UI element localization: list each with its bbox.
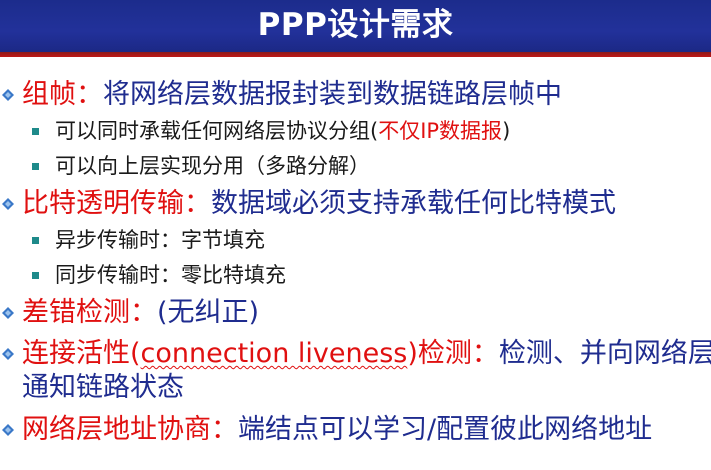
- bullet-head: 差错检测：: [22, 297, 157, 328]
- sub-bullet-protocols: 可以同时承载任何网络层协议分组(不仅IP数据报): [55, 117, 510, 145]
- square-bullet-icon: [32, 128, 39, 135]
- square-bullet-icon: [32, 272, 39, 279]
- bullet-address-negotiation: 网络层地址协商：端结点可以学习/配置彼此网络地址: [22, 413, 652, 447]
- bullet-head: )检测：: [407, 338, 499, 369]
- bullet-liveness-line2: 通知链路状态: [22, 371, 184, 405]
- sub-bullet-demux: 可以向上层实现分用（多路分解）: [55, 152, 370, 180]
- bullet-body: (无纠正): [157, 297, 260, 328]
- bullet-bit-transparency: 比特透明传输：数据域必须支持承载任何比特模式: [22, 187, 616, 221]
- bullet-framing: 组帧：将网络层数据报封装到数据链路层帧中: [22, 78, 562, 112]
- bullet-error-detection: 差错检测：(无纠正): [22, 296, 259, 330]
- bullet-body: 将网络层数据报封装到数据链路层帧中: [103, 79, 562, 110]
- sub-bullet-tail: ): [502, 119, 511, 143]
- sub-bullet-text: 可以同时承载任何网络层协议分组(: [55, 119, 379, 143]
- title-bar: PPP设计需求: [0, 0, 711, 57]
- diamond-bullet-icon: [2, 89, 14, 101]
- bullet-body: 端结点可以学习/配置彼此网络地址: [238, 414, 653, 445]
- sub-bullet-text: 可以向上层实现分用（多路分解）: [55, 154, 370, 178]
- bullet-liveness: 连接活性(connection liveness)检测：检测、并向网络层: [22, 337, 711, 371]
- diamond-bullet-icon: [2, 307, 14, 319]
- diamond-bullet-icon: [2, 424, 14, 436]
- slide-title: PPP设计需求: [257, 7, 454, 43]
- square-bullet-icon: [32, 163, 39, 170]
- bullet-head: 网络层地址协商：: [22, 414, 238, 445]
- diamond-bullet-icon: [2, 198, 14, 210]
- title-accent-stripe: [0, 52, 711, 57]
- bullet-body: 数据域必须支持承载任何比特模式: [211, 188, 616, 219]
- sub-bullet-async: 异步传输时：字节填充: [55, 226, 265, 254]
- sub-bullet-highlight: 不仅IP数据报: [378, 119, 503, 143]
- bullet-body: 检测、并向网络层: [498, 338, 711, 369]
- sub-bullet-text: 同步传输时：零比特填充: [55, 263, 286, 287]
- bullet-body: 通知链路状态: [22, 372, 184, 403]
- bullet-head: 连接活性(: [22, 338, 141, 369]
- bullet-head: 组帧：: [22, 79, 103, 110]
- bullet-head-english: connection liveness: [140, 338, 408, 369]
- sub-bullet-sync: 同步传输时：零比特填充: [55, 261, 286, 289]
- square-bullet-icon: [32, 237, 39, 244]
- bullet-head: 比特透明传输：: [22, 188, 211, 219]
- diamond-bullet-icon: [2, 348, 14, 360]
- sub-bullet-text: 异步传输时：字节填充: [55, 228, 265, 252]
